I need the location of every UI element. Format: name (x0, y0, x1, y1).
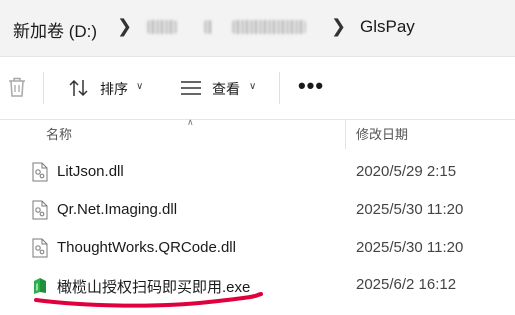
file-row[interactable]: Qr.Net.Imaging.dll 2025/5/30 11:20 (0, 193, 515, 227)
file-name: LitJson.dll (57, 163, 124, 180)
file-row[interactable]: LitJson.dll 2020/5/29 2:15 (0, 155, 515, 189)
view-label: 查看 (212, 81, 240, 97)
column-resize-handle[interactable] (345, 119, 346, 149)
dll-file-icon (32, 200, 48, 220)
sort-label: 排序 (100, 81, 128, 97)
dll-file-icon (32, 238, 48, 258)
column-header-name[interactable]: 名称 (46, 124, 72, 143)
toolbar-divider (43, 72, 44, 104)
chevron-right-icon[interactable]: ❯ (331, 16, 346, 37)
more-options-button[interactable]: ••• (296, 72, 326, 104)
file-date-modified: 2020/5/29 2:15 (356, 163, 457, 180)
chevron-down-icon: ∨ (249, 81, 257, 92)
redacted-breadcrumb-segment[interactable]: ppp (147, 20, 177, 34)
red-annotation-underline (34, 292, 263, 308)
view-list-icon (181, 81, 201, 95)
breadcrumb-current-folder[interactable]: GlsPay (360, 17, 415, 37)
file-date-modified: 2025/5/30 11:20 (356, 201, 464, 218)
column-header-date-modified[interactable]: 修改日期 (356, 124, 408, 143)
breadcrumb-drive[interactable]: 新加卷 (D:) (13, 17, 97, 42)
chevron-down-icon: ∨ (136, 81, 144, 92)
view-button[interactable]: 查看 ∨ (176, 72, 266, 104)
file-name: ThoughtWorks.QRCode.dll (57, 239, 236, 256)
file-date-modified: 2025/6/2 16:12 (356, 276, 457, 293)
trash-icon[interactable] (6, 75, 28, 99)
sort-button[interactable]: 排序 ∨ (64, 72, 154, 104)
file-row[interactable]: ThoughtWorks.QRCode.dll 2025/5/30 11:20 (0, 231, 515, 265)
toolbar-divider (279, 72, 280, 104)
sort-ascending-icon: ∧ (187, 117, 194, 127)
column-header-row: ∧ 名称 修改日期 (0, 117, 515, 149)
file-date-modified: 2025/5/30 11:20 (356, 239, 464, 256)
chevron-right-icon[interactable]: ❯ (117, 16, 132, 37)
redacted-breadcrumb-segment[interactable]: x (204, 20, 212, 34)
dll-file-icon (32, 162, 48, 182)
sort-icon (69, 79, 88, 97)
file-name: Qr.Net.Imaging.dll (57, 201, 178, 218)
redacted-breadcrumb-segment[interactable]: xxxxxxxx (232, 20, 306, 34)
command-bar: 排序 ∨ 查看 ∨ ••• (0, 57, 515, 120)
address-bar[interactable]: 新加卷 (D:) ❯ ppp x xxxxxxxx ❯ GlsPay (0, 0, 515, 57)
